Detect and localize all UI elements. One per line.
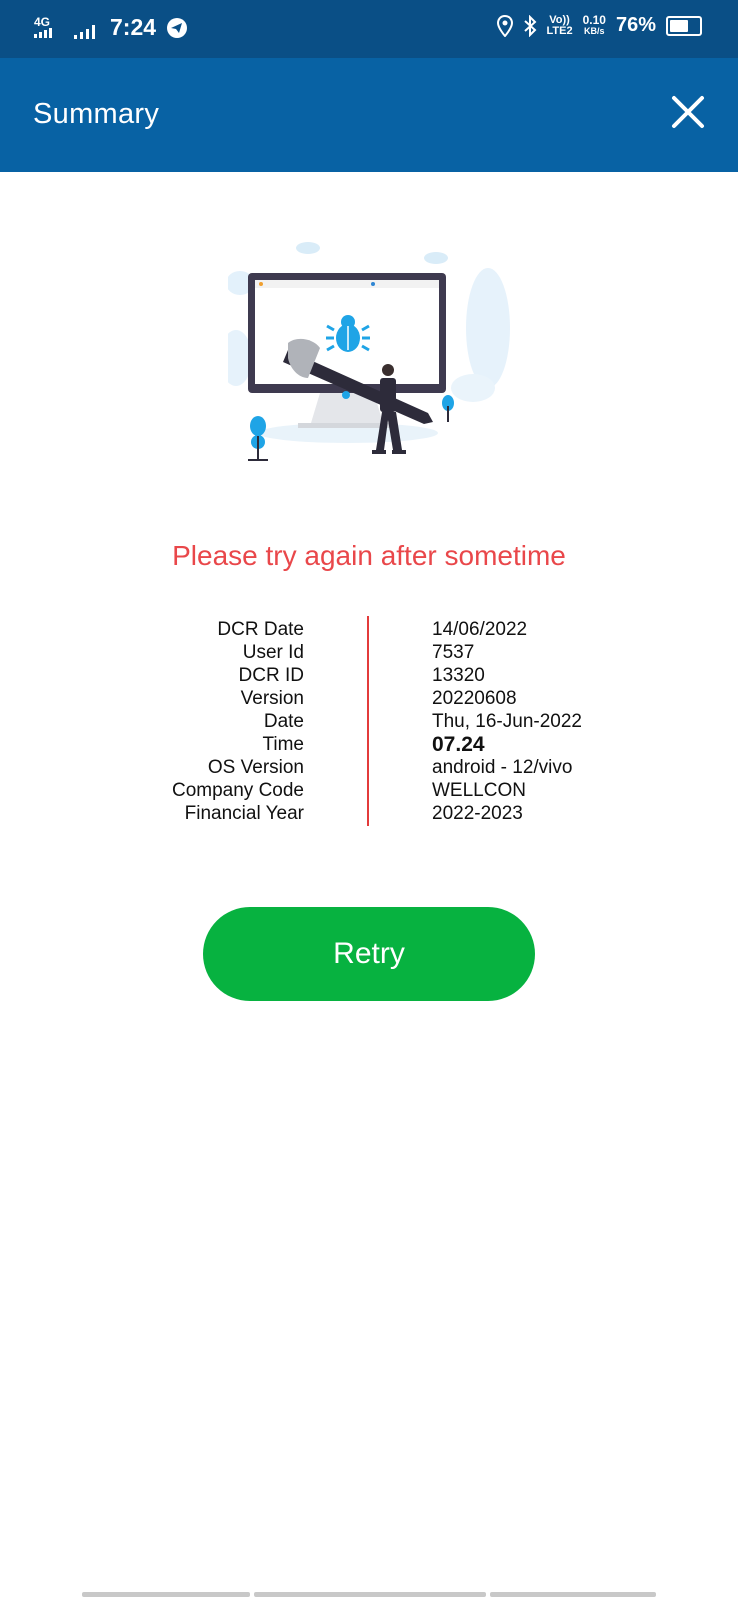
battery-fill <box>670 19 688 32</box>
page-title: Summary <box>33 98 160 130</box>
detail-value-user-id: 7537 <box>432 642 475 663</box>
status-bar: 4G 7:24 Vo)) LTE2 0.10 KB/s 76% <box>0 0 738 58</box>
location-icon <box>496 14 513 37</box>
detail-value-financial-year: 2022-2023 <box>432 803 523 824</box>
bug-fix-illustration <box>228 242 510 461</box>
volte-indicator: Vo)) LTE2 <box>546 13 573 37</box>
status-bar-left: 4G 7:24 <box>34 14 188 41</box>
detail-value-dcr-date: 14/06/2022 <box>432 619 528 640</box>
speed-unit: KB/s <box>584 25 605 36</box>
details-values: 14/06/2022 7537 13320 20220608 Thu, 16-J… <box>432 618 712 825</box>
detail-label-date: Date <box>263 711 304 732</box>
telegram-icon <box>167 17 188 38</box>
signal-icon <box>34 28 52 38</box>
detail-label-user-id: User Id <box>242 642 304 663</box>
detail-value-time: 07.24 <box>432 733 485 756</box>
volte-top: Vo)) <box>549 13 570 26</box>
detail-label-dcr-date: DCR Date <box>217 619 304 640</box>
signal-icon <box>74 24 95 39</box>
network-speed: 0.10 KB/s <box>582 12 606 37</box>
details-divider <box>367 616 369 826</box>
battery-icon <box>666 15 702 36</box>
detail-label-version: Version <box>240 688 304 709</box>
detail-value-os-version: android - 12/vivo <box>432 757 573 778</box>
volte-bottom: LTE2 <box>546 24 573 37</box>
detail-label-company-code: Company Code <box>171 780 304 801</box>
retry-button[interactable]: Retry <box>203 907 535 1001</box>
bluetooth-icon <box>523 14 536 37</box>
network-type-indicator: 4G <box>34 15 64 38</box>
details-labels: DCR Date User Id DCR ID Version Date Tim… <box>100 618 304 825</box>
nav-gesture-bar-left[interactable] <box>82 1592 250 1597</box>
speed-value: 0.10 <box>582 12 606 27</box>
status-bar-right: Vo)) LTE2 0.10 KB/s 76% <box>496 12 702 37</box>
detail-value-dcr-id: 13320 <box>432 665 485 686</box>
network-type-label: 4G <box>34 15 51 29</box>
nav-gesture-bar-center[interactable] <box>254 1592 486 1597</box>
error-message: Please try again after sometime <box>172 540 566 571</box>
close-button[interactable] <box>670 94 706 130</box>
battery-percent: 76% <box>615 14 656 36</box>
detail-value-date: Thu, 16-Jun-2022 <box>432 711 582 732</box>
detail-value-company-code: WELLCON <box>432 780 526 801</box>
detail-label-dcr-id: DCR ID <box>238 665 304 686</box>
clock: 7:24 <box>110 14 157 40</box>
detail-label-financial-year: Financial Year <box>184 803 304 824</box>
close-icon <box>672 96 704 128</box>
nav-gesture-bar-right[interactable] <box>490 1592 656 1597</box>
detail-value-version: 20220608 <box>432 688 517 709</box>
detail-label-os-version: OS Version <box>207 757 304 778</box>
app-bar: Summary <box>0 58 738 172</box>
detail-label-time: Time <box>262 734 304 755</box>
